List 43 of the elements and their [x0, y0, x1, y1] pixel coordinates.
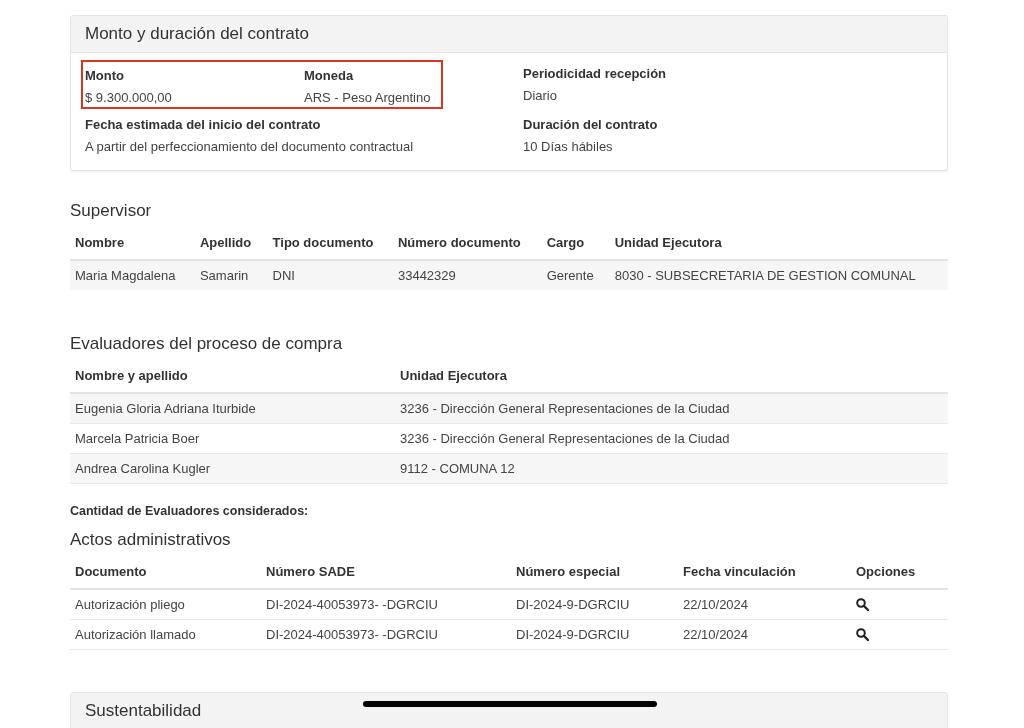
field-value: Diario	[523, 88, 558, 103]
field-value: A partir del perfeccionamiento del documento contractual	[85, 139, 415, 154]
field-label: Monto	[85, 68, 125, 83]
table-cell: Gerente	[541, 260, 610, 290]
section-title: Actos administrativos	[70, 530, 232, 550]
table-cell: Andrea Carolina Kugler	[70, 453, 395, 484]
table-cell: Maria Magdalena	[70, 260, 195, 290]
table-cell: DI-2024-40053973- -DGRCIU	[261, 589, 511, 620]
field-value: $ 9.300.000,00	[85, 90, 173, 105]
field-label: Duración del contrato	[523, 117, 659, 132]
table-cell: 3236 - Dirección General Representaciones de la Ciudad	[395, 393, 948, 424]
table-cell: Autorización pliego	[70, 589, 261, 620]
column-header: Número especial	[511, 560, 678, 589]
column-header: Número SADE	[261, 560, 511, 589]
section-title: Evaluadores del proceso de compra	[70, 334, 344, 354]
table-cell: Eugenia Gloria Adriana Iturbide	[70, 393, 395, 424]
evaluators-count-label: Cantidad de Evaluadores considerados:	[70, 504, 310, 518]
table-cell: 8030 - SUBSECRETARIA DE GESTION COMUNAL	[609, 260, 948, 290]
table-cell: 22/10/2024	[678, 619, 851, 650]
table-cell: DNI	[267, 260, 393, 290]
table-cell: 9112 - COMUNA 12	[395, 453, 948, 484]
card-title: Monto y duración del contrato	[85, 24, 309, 44]
column-header: Documento	[70, 560, 261, 589]
search-icon[interactable]	[856, 628, 869, 641]
table-cell: Autorización llamado	[70, 619, 261, 650]
column-header: Opciones	[851, 560, 948, 589]
table-cell: 33442329	[392, 260, 542, 290]
table-cell: Samarin	[194, 260, 268, 290]
field-label: Moneda	[304, 68, 355, 83]
section-title: Supervisor	[70, 201, 153, 221]
card-title: Sustentabilidad	[85, 701, 202, 721]
field-label: Fecha estimada del inicio del contrato	[85, 117, 322, 132]
field-value: ARS - Peso Argentino	[304, 90, 432, 105]
field-value: 10 Días hábiles	[523, 139, 614, 154]
table-cell: DI-2024-9-DGRCIU	[511, 589, 678, 620]
table-cell: DI-2024-40053973- -DGRCIU	[261, 619, 511, 650]
table-cell: 22/10/2024	[678, 589, 851, 620]
table-cell: DI-2024-9-DGRCIU	[511, 619, 678, 650]
field-label: Periodicidad recepción	[523, 66, 668, 81]
column-header: Fecha vinculación	[678, 560, 851, 589]
table-cell: 3236 - Dirección General Representaciones de la Ciudad	[395, 423, 948, 454]
search-icon[interactable]	[856, 598, 869, 611]
table-cell: Marcela Patricia Boer	[70, 423, 395, 454]
